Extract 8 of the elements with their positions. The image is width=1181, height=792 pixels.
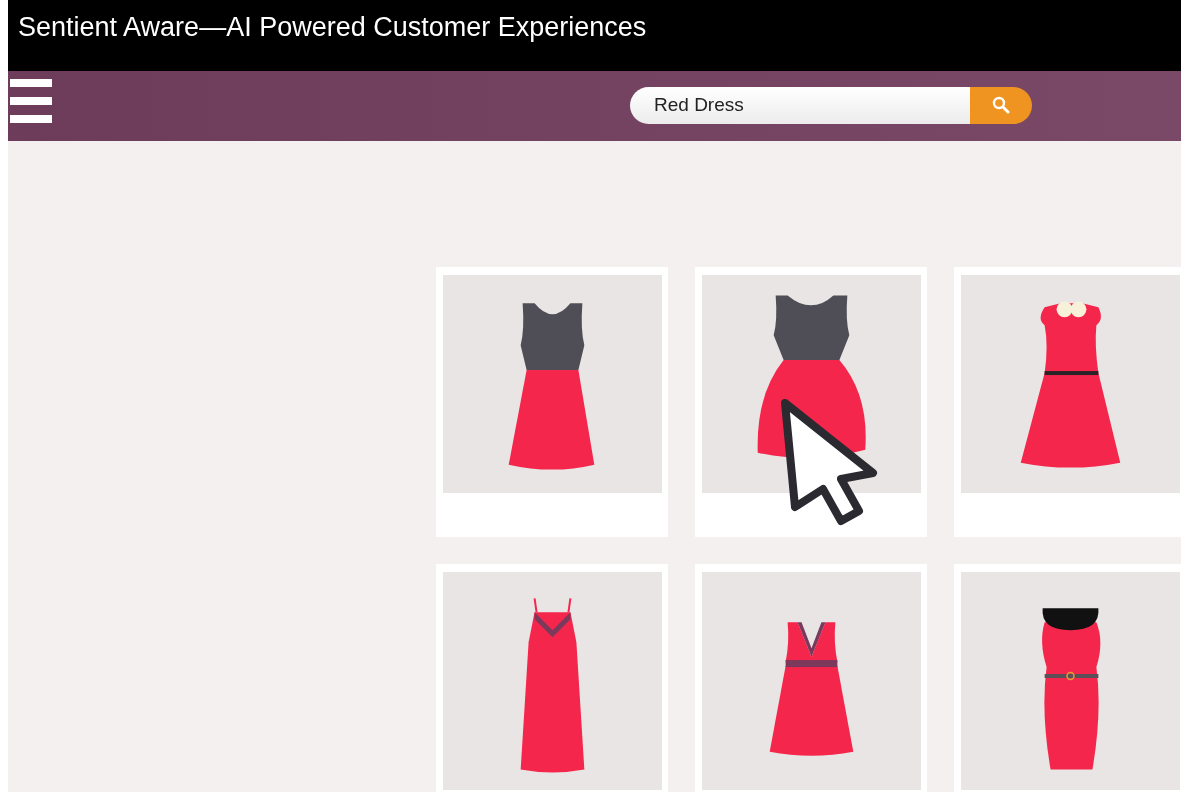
product-card[interactable]	[436, 267, 668, 537]
search-icon	[992, 96, 1010, 114]
product-card[interactable]	[695, 267, 927, 537]
search-field[interactable]: Red Dress	[630, 86, 970, 124]
search-button[interactable]	[970, 86, 1032, 124]
menu-icon	[10, 79, 52, 123]
menu-button[interactable]	[10, 79, 52, 123]
window-title: Sentient Aware—AI Powered Customer Experiences	[18, 12, 647, 43]
